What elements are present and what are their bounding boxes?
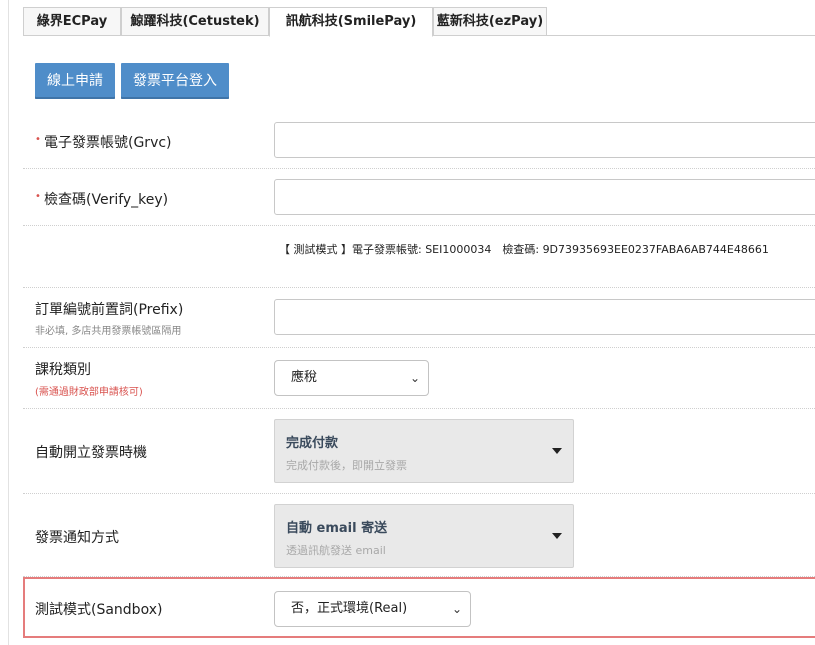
grvc-label: 電子發票帳號(Grvc) — [44, 135, 172, 151]
issue-timing-dropdown[interactable]: 完成付款 完成付款後，即開立發票 — [274, 419, 574, 483]
issue-timing-label: 自動開立發票時機 — [35, 445, 147, 461]
prefix-row: 訂單編號前置詞(Prefix) 非必填, 多店共用發票帳號區隔用 — [23, 288, 815, 348]
tax-type-row: 課稅類別 (需通過財政部申請核可) 應稅 ⌄ — [23, 348, 815, 409]
tab-ezpay[interactable]: 藍新科技(ezPay) — [433, 7, 547, 36]
sandbox-select[interactable]: 否，正式環境(Real) ⌄ — [274, 591, 471, 627]
verify-key-input[interactable] — [274, 179, 815, 215]
tax-type-hint: (需通過財政部申請核可) — [35, 387, 143, 398]
grvc-input[interactable] — [274, 122, 815, 158]
tab-cetustek[interactable]: 鯨躍科技(Cetustek) — [121, 7, 269, 36]
test-mode-credentials: 【 測試模式 】電子發票帳號: SEI1000034 檢查碼: 9D739356… — [279, 243, 769, 256]
notify-row: 發票通知方式 自動 email 寄送 透過訊航發送 email — [23, 494, 815, 577]
prefix-hint: 非必填, 多店共用發票帳號區隔用 — [35, 326, 182, 337]
tax-type-label: 課稅類別 — [35, 362, 91, 378]
notify-dropdown[interactable]: 自動 email 寄送 透過訊航發送 email — [274, 504, 574, 568]
chevron-down-icon: ⌄ — [451, 602, 462, 616]
caret-down-icon — [552, 448, 562, 454]
provider-tabs: 綠界ECPay 鯨躍科技(Cetustek) 訊航科技(SmilePay) 藍新… — [23, 7, 815, 37]
apply-online-button[interactable]: 線上申請 — [35, 63, 115, 99]
prefix-label: 訂單編號前置詞(Prefix) — [35, 302, 184, 318]
tab-ecpay[interactable]: 綠界ECPay — [23, 7, 121, 36]
tax-type-selected: 應稅 — [291, 370, 318, 385]
invoice-platform-login-button[interactable]: 發票平台登入 — [121, 63, 229, 99]
sandbox-selected: 否，正式環境(Real) — [291, 601, 408, 616]
required-mark: • — [35, 191, 41, 202]
sandbox-label: 測試模式(Sandbox) — [35, 602, 163, 618]
notify-selected: 自動 email 寄送 — [286, 521, 388, 536]
prefix-input[interactable] — [274, 299, 815, 335]
chevron-down-icon: ⌄ — [409, 371, 420, 385]
page-left-border — [8, 0, 9, 645]
required-mark: • — [35, 134, 41, 145]
sandbox-row: 測試模式(Sandbox) 否，正式環境(Real) ⌄ — [23, 577, 815, 638]
notify-description: 透過訊航發送 email — [286, 544, 386, 557]
verify-key-label: 檢查碼(Verify_key) — [44, 192, 169, 208]
issue-timing-description: 完成付款後，即開立發票 — [286, 459, 407, 472]
issue-timing-row: 自動開立發票時機 完成付款 完成付款後，即開立發票 — [23, 409, 815, 494]
caret-down-icon — [552, 533, 562, 539]
tab-smilepay[interactable]: 訊航科技(SmilePay) — [269, 7, 433, 37]
verify-key-row: • 檢查碼(Verify_key) — [23, 169, 815, 226]
test-mode-info-row: 【 測試模式 】電子發票帳號: SEI1000034 檢查碼: 9D739356… — [23, 226, 815, 288]
grvc-row: • 電子發票帳號(Grvc) — [23, 112, 815, 169]
tax-type-select[interactable]: 應稅 ⌄ — [274, 360, 429, 396]
issue-timing-selected: 完成付款 — [286, 436, 339, 451]
notify-label: 發票通知方式 — [35, 530, 119, 546]
